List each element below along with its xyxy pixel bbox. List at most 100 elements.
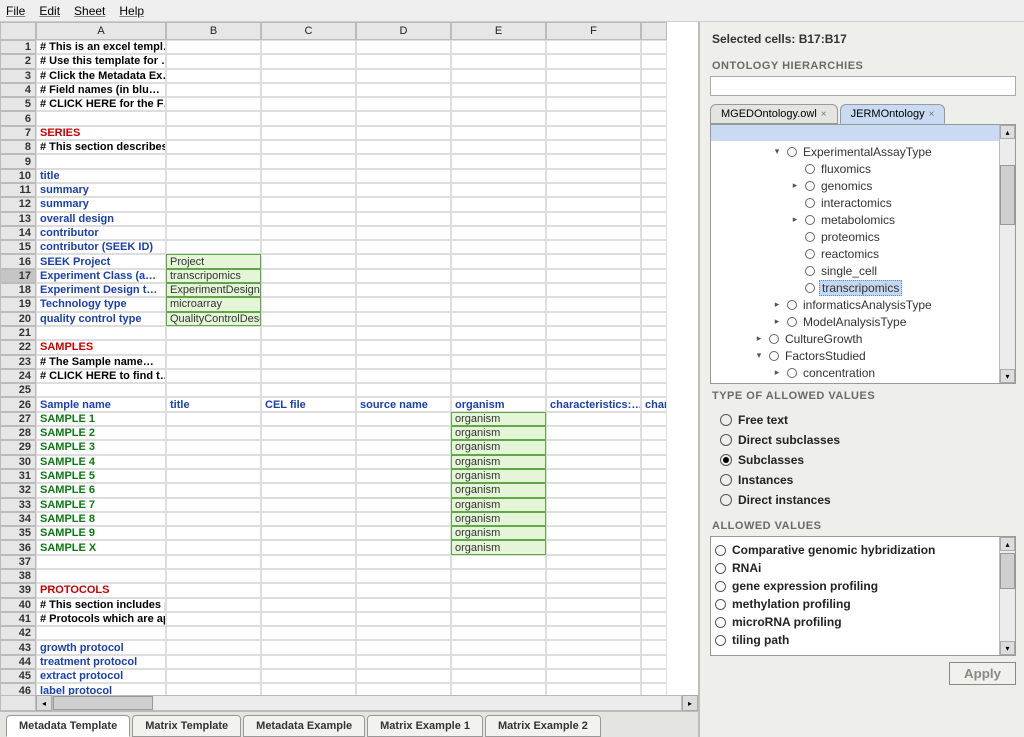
cell[interactable] bbox=[356, 183, 451, 197]
row-header[interactable]: 11 bbox=[0, 183, 36, 197]
row-header[interactable]: 36 bbox=[0, 540, 36, 554]
cell[interactable] bbox=[166, 526, 261, 540]
cell[interactable]: PROTOCOLS bbox=[36, 583, 166, 597]
cell[interactable] bbox=[356, 640, 451, 654]
cell[interactable] bbox=[261, 40, 356, 54]
cell[interactable] bbox=[546, 154, 641, 168]
cell[interactable] bbox=[546, 97, 641, 111]
menu-help[interactable]: Help bbox=[119, 4, 144, 18]
cell[interactable] bbox=[546, 612, 641, 626]
type-option[interactable]: Instances bbox=[720, 470, 1016, 490]
ontology-search-input[interactable] bbox=[710, 76, 1016, 96]
cell[interactable] bbox=[261, 340, 356, 354]
cell[interactable] bbox=[261, 569, 356, 583]
cell[interactable] bbox=[261, 97, 356, 111]
tree-node[interactable]: ▸CultureGrowth bbox=[719, 330, 997, 347]
cell[interactable]: microarray bbox=[166, 297, 261, 311]
cell[interactable]: organism bbox=[451, 469, 546, 483]
cell[interactable] bbox=[451, 169, 546, 183]
cell[interactable] bbox=[261, 54, 356, 68]
tree-node[interactable]: ▸genomics bbox=[719, 177, 997, 194]
column-header[interactable]: D bbox=[356, 22, 451, 40]
cell[interactable] bbox=[546, 626, 641, 640]
row-header[interactable]: 27 bbox=[0, 412, 36, 426]
cell[interactable] bbox=[546, 483, 641, 497]
cell[interactable]: treatment protocol bbox=[36, 655, 166, 669]
cell[interactable] bbox=[356, 240, 451, 254]
select-all-corner[interactable] bbox=[0, 22, 36, 40]
cell[interactable] bbox=[356, 83, 451, 97]
cell[interactable] bbox=[261, 154, 356, 168]
radio-icon[interactable] bbox=[715, 635, 726, 646]
row-header[interactable]: 10 bbox=[0, 169, 36, 183]
cell[interactable] bbox=[356, 54, 451, 68]
cell[interactable] bbox=[261, 369, 356, 383]
cell[interactable] bbox=[641, 169, 667, 183]
row-header[interactable]: 4 bbox=[0, 83, 36, 97]
cell[interactable] bbox=[546, 54, 641, 68]
cell[interactable] bbox=[166, 212, 261, 226]
cell[interactable] bbox=[641, 355, 667, 369]
cell[interactable] bbox=[546, 469, 641, 483]
cell[interactable] bbox=[641, 583, 667, 597]
cell[interactable] bbox=[356, 469, 451, 483]
radio-icon[interactable] bbox=[805, 198, 815, 208]
cell[interactable] bbox=[546, 555, 641, 569]
cell[interactable] bbox=[546, 226, 641, 240]
cell[interactable] bbox=[261, 383, 356, 397]
row-header[interactable]: 5 bbox=[0, 97, 36, 111]
cell[interactable] bbox=[261, 540, 356, 554]
cell[interactable] bbox=[546, 440, 641, 454]
cell[interactable] bbox=[36, 154, 166, 168]
cell[interactable] bbox=[546, 455, 641, 469]
tree-node[interactable]: fluxomics bbox=[719, 160, 997, 177]
cell[interactable] bbox=[641, 483, 667, 497]
cell[interactable]: # This section describes … bbox=[36, 140, 166, 154]
cell[interactable] bbox=[641, 383, 667, 397]
cell[interactable] bbox=[261, 197, 356, 211]
cell[interactable]: # This section includes pr… bbox=[36, 598, 166, 612]
cell[interactable]: # Protocols which are ap… bbox=[36, 612, 166, 626]
cell[interactable] bbox=[356, 512, 451, 526]
cell[interactable] bbox=[356, 498, 451, 512]
cell[interactable]: Experiment Design t… bbox=[36, 283, 166, 297]
cell[interactable]: organism bbox=[451, 498, 546, 512]
cell[interactable] bbox=[166, 626, 261, 640]
cell[interactable] bbox=[261, 226, 356, 240]
radio-icon[interactable] bbox=[769, 334, 779, 344]
radio-icon[interactable] bbox=[805, 249, 815, 259]
cell[interactable]: contributor (SEEK ID) bbox=[36, 240, 166, 254]
cell[interactable] bbox=[546, 140, 641, 154]
row-header[interactable]: 22 bbox=[0, 340, 36, 354]
cell[interactable] bbox=[451, 97, 546, 111]
cell[interactable] bbox=[641, 297, 667, 311]
close-icon[interactable]: × bbox=[821, 109, 827, 120]
cell[interactable]: # This is an excel templ… bbox=[36, 40, 166, 54]
cell[interactable] bbox=[261, 69, 356, 83]
cell[interactable] bbox=[356, 426, 451, 440]
cell[interactable] bbox=[641, 440, 667, 454]
allowed-value-item[interactable]: gene expression profiling bbox=[715, 577, 995, 595]
cell[interactable] bbox=[166, 612, 261, 626]
cell[interactable] bbox=[546, 583, 641, 597]
cell[interactable] bbox=[261, 297, 356, 311]
cell[interactable] bbox=[546, 240, 641, 254]
cell[interactable]: extract protocol bbox=[36, 669, 166, 683]
spreadsheet-grid[interactable]: ABCDEF1# This is an excel templ…2# Use t… bbox=[0, 22, 698, 695]
cell[interactable] bbox=[166, 483, 261, 497]
row-header[interactable]: 35 bbox=[0, 526, 36, 540]
cell[interactable] bbox=[166, 355, 261, 369]
column-header[interactable] bbox=[641, 22, 667, 40]
cell[interactable] bbox=[166, 540, 261, 554]
cell[interactable] bbox=[166, 683, 261, 695]
cell[interactable] bbox=[166, 40, 261, 54]
tree-scrollbar[interactable]: ▴▾ bbox=[999, 125, 1015, 383]
tree-node[interactable]: ▸expression bbox=[719, 381, 997, 383]
row-header[interactable]: 9 bbox=[0, 154, 36, 168]
row-header[interactable]: 45 bbox=[0, 669, 36, 683]
cell[interactable] bbox=[641, 240, 667, 254]
cell[interactable] bbox=[261, 655, 356, 669]
cell[interactable] bbox=[261, 355, 356, 369]
cell[interactable] bbox=[261, 83, 356, 97]
row-header[interactable]: 33 bbox=[0, 498, 36, 512]
